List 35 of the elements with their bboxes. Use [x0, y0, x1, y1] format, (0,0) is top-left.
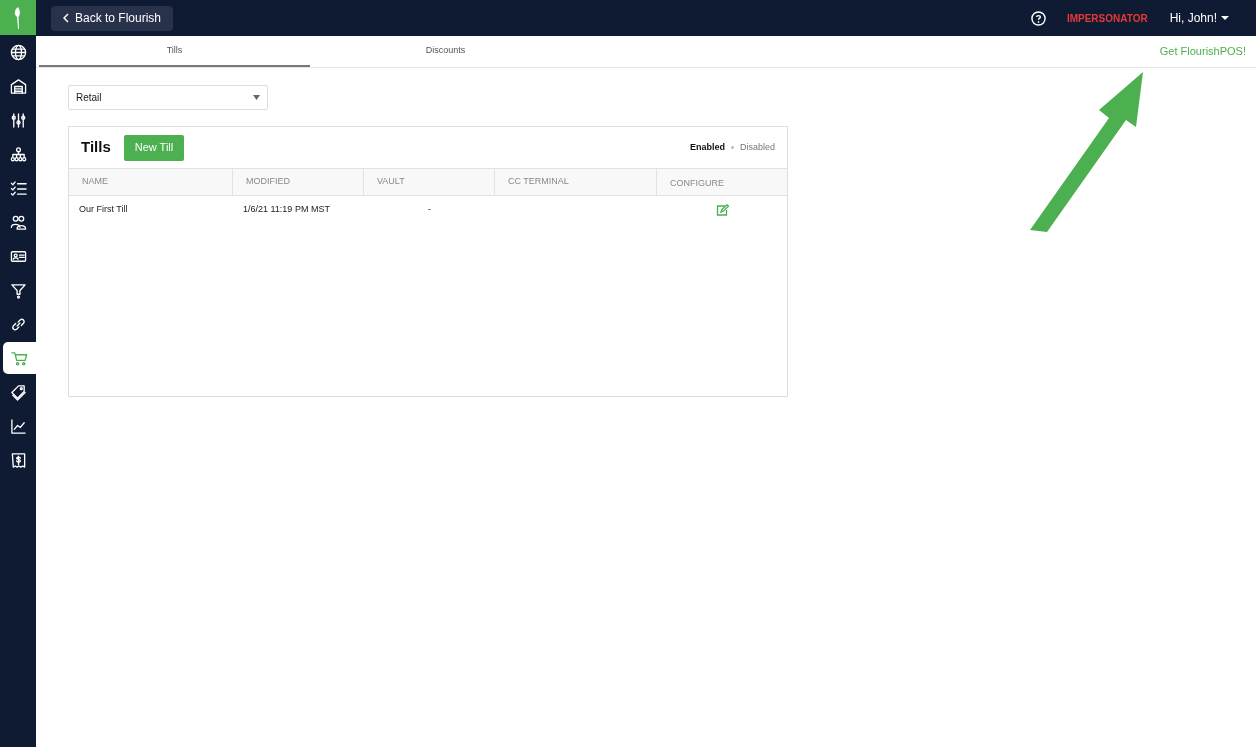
back-button[interactable]: Back to Flourish — [51, 5, 174, 31]
people-icon — [9, 213, 27, 231]
caret-down-icon — [1221, 16, 1229, 20]
filter-link[interactable]: Disabled — [739, 140, 775, 155]
tab[interactable]: Discounts — [310, 36, 581, 67]
table-cell: 1/6/21 11:19 PM MST — [243, 203, 330, 214]
column-header: MODIFIED — [233, 169, 364, 195]
table-cell: Our First Till — [79, 203, 128, 214]
cart-icon — [11, 349, 28, 367]
line-chart-icon — [9, 417, 27, 435]
funnel-icon — [9, 281, 27, 299]
receipt-icon — [9, 451, 27, 469]
column-header: CONFIGURE — [669, 177, 725, 191]
table-cell-text: - — [428, 202, 431, 216]
chevron-left-icon — [63, 13, 69, 23]
column-header: NAME — [69, 169, 233, 195]
tags-icon — [9, 383, 27, 401]
user-menu[interactable]: Hi, John! — [1169, 9, 1229, 27]
column-header: VAULT — [364, 169, 495, 195]
warehouse-icon — [9, 77, 27, 95]
location-select[interactable]: Retail — [68, 85, 268, 110]
hierarchy-icon — [9, 145, 27, 163]
help-icon[interactable] — [1030, 10, 1046, 26]
checklist-icon — [9, 179, 27, 197]
leaf-logo-icon — [13, 5, 23, 30]
panel-title: Tills — [81, 137, 111, 158]
sliders-icon — [9, 111, 27, 129]
caret-down-icon — [253, 95, 260, 100]
tab[interactable]: Tills — [39, 36, 310, 67]
edit-icon[interactable] — [715, 203, 729, 216]
globe-icon — [9, 43, 27, 61]
column-header: CC TERMINAL — [495, 169, 657, 195]
impersonator-label: IMPERSONATOR — [1066, 11, 1148, 26]
logo-tile[interactable] — [0, 0, 36, 35]
filter-link[interactable]: Enabled — [689, 140, 725, 155]
